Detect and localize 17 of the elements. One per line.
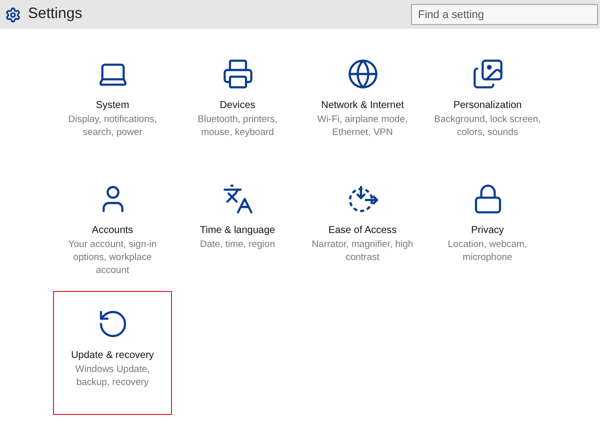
settings-category[interactable]: Personalization Background, lock screen, colors, sounds bbox=[428, 41, 547, 165]
settings-category[interactable]: Network & Internet Wi-Fi, airplane mode, Ethernet, VPN bbox=[303, 41, 422, 165]
settings-category[interactable]: System Display, notifications, search, power bbox=[53, 41, 172, 165]
settings-category[interactable]: Update & recovery Windows Update, backup, recovery bbox=[53, 291, 172, 415]
settings-icon bbox=[5, 6, 21, 22]
settings-category[interactable]: Devices Bluetooth, printers, mouse, keyboard bbox=[178, 41, 297, 165]
window-title: Settings bbox=[28, 4, 82, 24]
pictures-icon bbox=[472, 58, 504, 90]
printer-icon bbox=[222, 58, 254, 90]
settings-category[interactable]: Time & language Date, time, region bbox=[178, 166, 297, 290]
ease-of-access-icon bbox=[346, 183, 378, 215]
settings-category[interactable]: Ease of Access Narrator, magnifier, high contrast bbox=[303, 166, 422, 290]
language-icon bbox=[222, 183, 254, 215]
settings-category[interactable]: Privacy Location, webcam, microphone bbox=[428, 166, 547, 290]
search-field[interactable]: Find a setting bbox=[411, 4, 598, 25]
globe-icon bbox=[346, 58, 378, 90]
settings-category[interactable]: Accounts Your account, sign-in options, workplace account bbox=[53, 166, 172, 290]
